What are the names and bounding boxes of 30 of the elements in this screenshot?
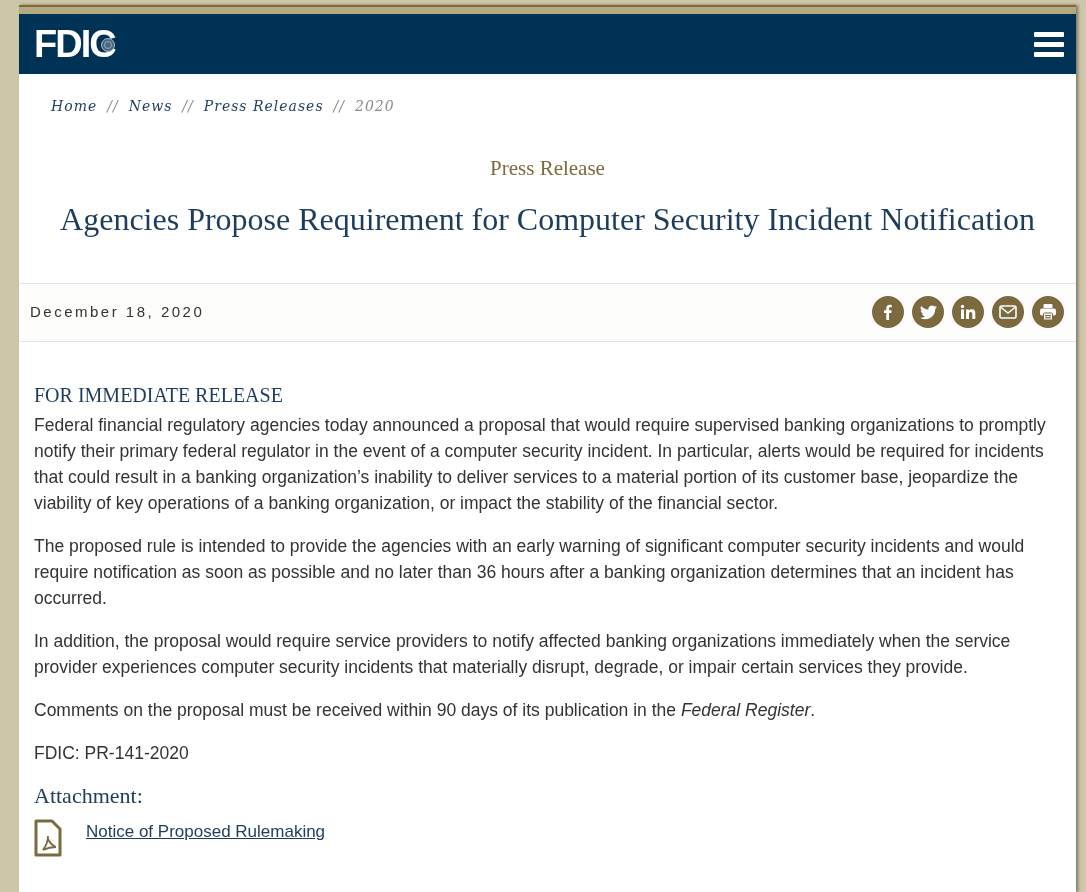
release-label: FOR IMMEDIATE RELEASE bbox=[34, 382, 284, 408]
release-date: December 18, 2020 bbox=[30, 301, 205, 322]
paragraph: The proposed rule is intended to provide the agencies with an early warning of significant computer security incidents and would require notification as soon as possible and no later than 36 hours after a banking organization determines that an incident has occurred. bbox=[34, 534, 1026, 610]
logo[interactable]: FDIC bbox=[34, 25, 115, 63]
kicker: Press Release bbox=[490, 155, 605, 182]
share-button[interactable] bbox=[1032, 296, 1064, 328]
seal-icon bbox=[100, 38, 115, 52]
envelope-icon bbox=[999, 305, 1017, 319]
share-button[interactable] bbox=[912, 296, 944, 328]
share-button[interactable] bbox=[952, 296, 984, 328]
pdf-file-icon bbox=[34, 818, 62, 857]
breadcrumb-link[interactable]: News bbox=[128, 96, 173, 117]
breadcrumb-link[interactable]: 2020 bbox=[355, 96, 395, 117]
printer-icon bbox=[1039, 303, 1057, 321]
breadcrumb-link[interactable]: Press Releases bbox=[203, 96, 324, 117]
share-button[interactable] bbox=[992, 296, 1024, 328]
breadcrumb-separator: // bbox=[107, 97, 119, 116]
attachments-heading: Attachment: bbox=[34, 782, 144, 809]
paragraph: Comments on the proposal must be received within 90 days of its publication in the Federal Register. bbox=[34, 698, 817, 722]
bird-icon bbox=[919, 304, 937, 320]
page-title: Agencies Propose Requirement for Computer Security Incident Notification bbox=[60, 199, 1035, 239]
paragraph: Federal financial regulatory agencies today announced a proposal that would require supervised banking organizations to promptly notify their primary federal regulator in the event of a computer security incident. In particular, alerts would be required for incidents that could result in a banking organization’s inability to deliver services to a material portion of its customer base, jeopardize the viability of key operations of a banking organization, or impact the stability of the financial sector. bbox=[34, 413, 1046, 515]
linkedin-icon bbox=[960, 304, 976, 320]
breadcrumb-separator: // bbox=[333, 97, 346, 116]
breadcrumb-separator: // bbox=[182, 97, 194, 116]
breadcrumb-link[interactable]: Home bbox=[51, 96, 98, 117]
share-button[interactable] bbox=[872, 296, 904, 328]
paragraph: In addition, the proposal would require service providers to notify affected banking organizations immediately when the service provider experiences computer security incidents that materially disrupt, degrade, or impair certain services they provide. bbox=[34, 629, 1012, 679]
paragraph: FDIC: PR-141-2020 bbox=[34, 741, 190, 765]
attachment-link[interactable]: Notice of Proposed Rulemaking bbox=[86, 818, 326, 845]
